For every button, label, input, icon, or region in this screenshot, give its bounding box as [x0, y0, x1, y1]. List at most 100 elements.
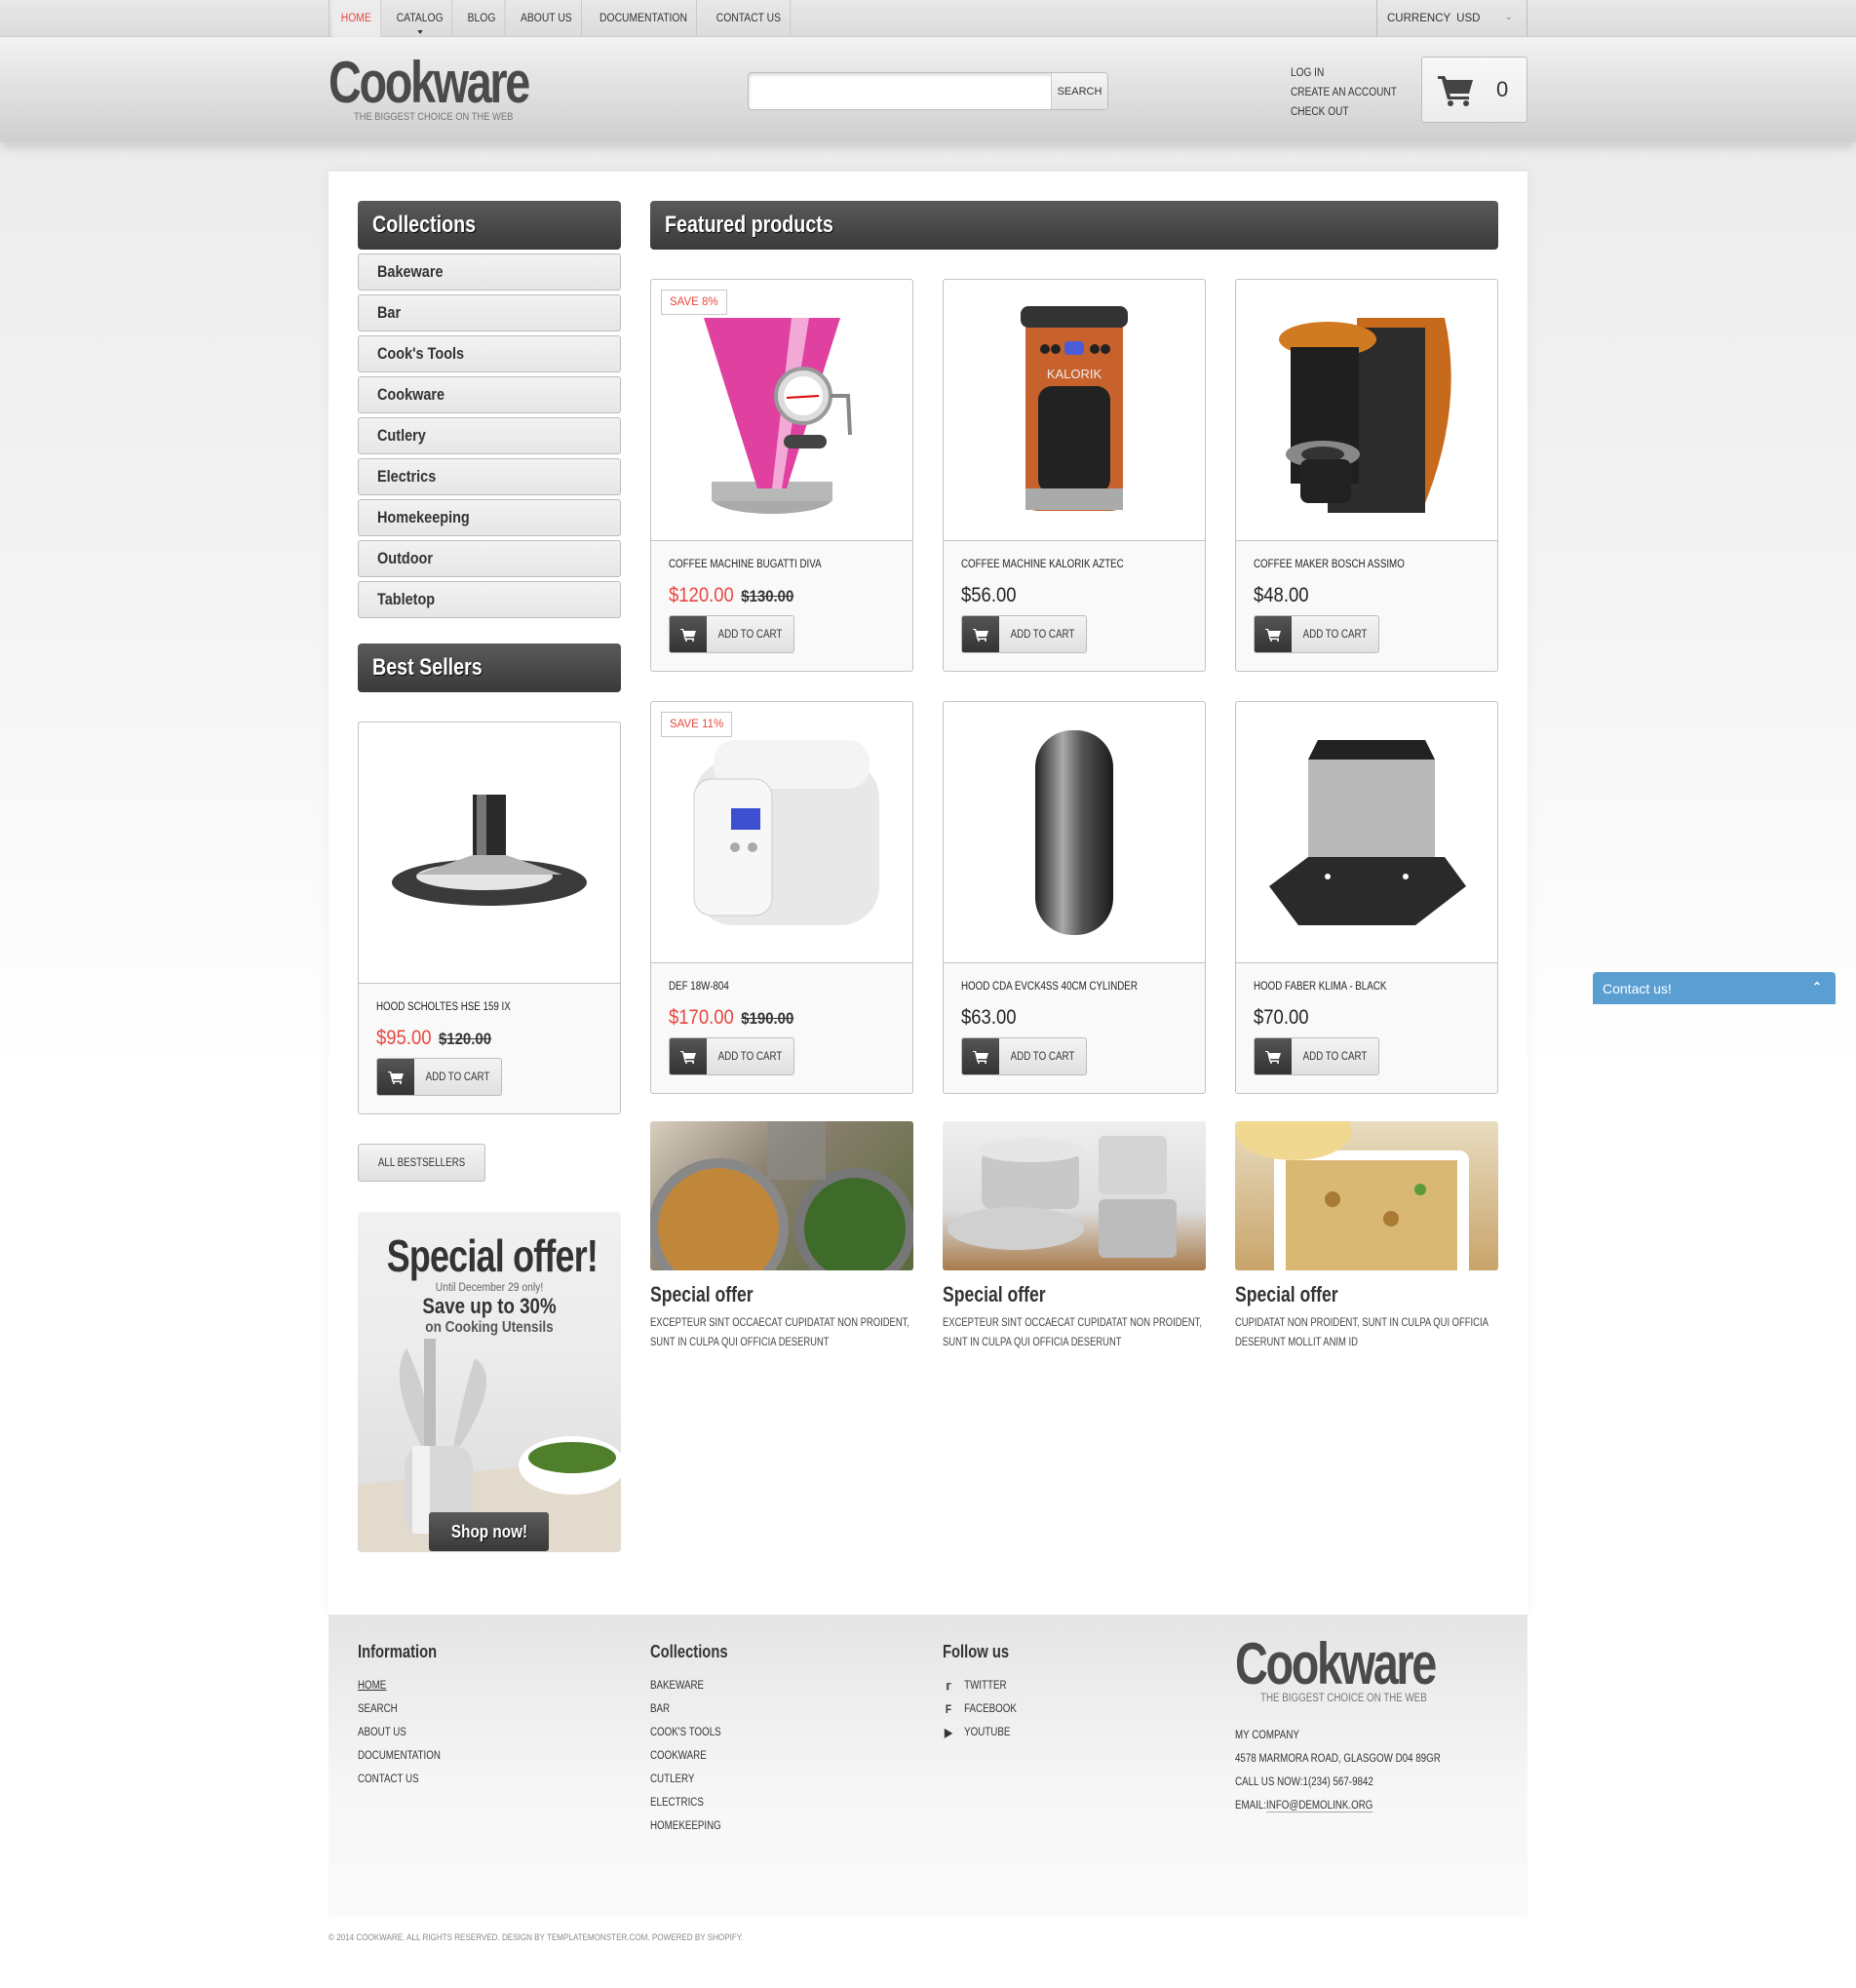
- product-name[interactable]: DEF 18W-804: [669, 981, 729, 993]
- product-name[interactable]: HOOD FABER KLIMA - BLACK: [1254, 981, 1386, 993]
- offer-title[interactable]: Special offer: [1235, 1282, 1446, 1307]
- nav-blog[interactable]: BLOG: [458, 0, 506, 37]
- cart-icon: [670, 1038, 707, 1074]
- add-to-cart-button[interactable]: ADD TO CART: [669, 615, 794, 653]
- product-image[interactable]: [359, 722, 620, 984]
- collection-label: Homekeeping: [377, 508, 470, 526]
- collection-cooks-tools[interactable]: Cook's Tools: [358, 335, 621, 372]
- add-to-cart-button[interactable]: ADD TO CART: [669, 1037, 794, 1075]
- product-old-price: $130.00: [741, 587, 794, 605]
- footer-link-documentation[interactable]: DOCUMENTATION: [358, 1744, 441, 1768]
- create-account-link[interactable]: CREATE AN ACCOUNT: [1291, 83, 1397, 102]
- collection-bakeware[interactable]: Bakeware: [358, 253, 621, 291]
- footer-link-contact-us[interactable]: CONTACT US: [358, 1768, 441, 1791]
- offer-title[interactable]: Special offer: [650, 1282, 861, 1307]
- product-image[interactable]: SAVE 11%: [651, 702, 912, 963]
- cart-button[interactable]: 0: [1421, 57, 1527, 123]
- product-name[interactable]: HOOD CDA EVCK4SS 40CM CYLINDER: [961, 981, 1138, 993]
- nav-label: DOCUMENTATION: [599, 13, 688, 24]
- footer-link-about-us[interactable]: ABOUT US: [358, 1721, 441, 1744]
- footer-link-home[interactable]: HOME: [358, 1674, 441, 1697]
- footer-link-twitter[interactable]: 𝕣 TWITTER: [943, 1674, 1017, 1697]
- add-to-cart-button[interactable]: ADD TO CART: [961, 615, 1087, 653]
- checkout-link[interactable]: CHECK OUT: [1291, 102, 1397, 122]
- search-input[interactable]: [749, 73, 1051, 109]
- company-address: 4578 MARMORA ROAD, GLASGOW D04 89GR: [1235, 1753, 1441, 1765]
- contact-widget[interactable]: Contact us! ⌃: [1593, 972, 1836, 1004]
- deep-fryer-image: [693, 739, 879, 925]
- offer-image[interactable]: [943, 1121, 1206, 1270]
- offer-text: EXCEPTEUR SINT OCCAECAT CUPIDATAT NON PR…: [943, 1317, 1203, 1348]
- product-image[interactable]: SAVE 8%: [651, 280, 912, 541]
- collection-homekeeping[interactable]: Homekeeping: [358, 499, 621, 536]
- offer-text: EXCEPTEUR SINT OCCAECAT CUPIDATAT NON PR…: [650, 1317, 910, 1348]
- collections-title: Collections: [358, 201, 621, 250]
- footer-information: Information HOME SEARCH ABOUT US DOCUMEN…: [358, 1642, 455, 1791]
- product-name[interactable]: COFFEE MACHINE BUGATTI DIVA: [669, 559, 822, 570]
- all-bestsellers-label: ALL BESTSELLERS: [377, 1156, 466, 1169]
- product-image[interactable]: [1236, 280, 1497, 541]
- footer-link-cooks-tools[interactable]: COOK'S TOOLS: [650, 1721, 730, 1744]
- offer-image[interactable]: [650, 1121, 913, 1270]
- footer-link-bakeware[interactable]: BAKEWARE: [650, 1674, 730, 1697]
- offer-title[interactable]: Special offer: [943, 1282, 1153, 1307]
- logo[interactable]: Cookware THE BIGGEST CHOICE ON THE WEB: [329, 53, 585, 124]
- search-button[interactable]: SEARCH: [1051, 73, 1107, 109]
- add-to-cart-button[interactable]: ADD TO CART: [1254, 615, 1379, 653]
- footer-link-bar[interactable]: BAR: [650, 1697, 730, 1721]
- add-to-cart-button[interactable]: ADD TO CART: [961, 1037, 1087, 1075]
- footer-link-facebook[interactable]: f FACEBOOK: [943, 1697, 1017, 1721]
- collection-electrics[interactable]: Electrics: [358, 458, 621, 495]
- search-form: SEARCH: [748, 72, 1108, 110]
- twitter-icon: 𝕣: [946, 1679, 951, 1693]
- footer-link-homekeeping[interactable]: HOMEKEEPING: [650, 1814, 730, 1838]
- product-name[interactable]: COFFEE MACHINE KALORIK AZTEC: [961, 559, 1124, 570]
- footer: Information HOME SEARCH ABOUT US DOCUMEN…: [329, 1615, 1527, 1917]
- save-badge: SAVE 8%: [661, 290, 727, 315]
- all-bestsellers-button[interactable]: ALL BESTSELLERS: [358, 1144, 486, 1182]
- sidebar: Collections Bakeware Bar Cook's Tools Co…: [358, 201, 621, 692]
- footer-logo[interactable]: Cookware THE BIGGEST CHOICE ON THE WEB: [1235, 1634, 1491, 1705]
- page-container: Collections Bakeware Bar Cook's Tools Co…: [329, 172, 1527, 1615]
- product-image[interactable]: [1236, 702, 1497, 963]
- add-to-cart-button[interactable]: ADD TO CART: [1254, 1037, 1379, 1075]
- product-prices: $95.00 $120.00: [376, 1027, 491, 1050]
- add-to-cart-button[interactable]: ADD TO CART: [376, 1058, 502, 1096]
- product-card: SAVE 8% COFFEE MACHINE BUGATTI DIVA $120…: [650, 279, 913, 672]
- caret-down-icon: [416, 30, 422, 34]
- product-image[interactable]: [944, 702, 1205, 963]
- collection-cookware[interactable]: Cookware: [358, 376, 621, 413]
- currency-select[interactable]: CURRENCY USD ⌄: [1376, 0, 1527, 37]
- product-image[interactable]: KALORIK: [944, 280, 1205, 541]
- product-name[interactable]: COFFEE MAKER BOSCH ASSIMO: [1254, 559, 1405, 570]
- footer-link-cookware[interactable]: COOKWARE: [650, 1744, 730, 1768]
- product-name[interactable]: HOOD SCHOLTES HSE 159 IX: [376, 1001, 511, 1013]
- collection-bar[interactable]: Bar: [358, 294, 621, 331]
- footer-information-title: Information: [358, 1642, 438, 1661]
- nav-label: BLOG: [467, 13, 496, 24]
- footer-link-search[interactable]: SEARCH: [358, 1697, 441, 1721]
- add-to-cart-label: ADD TO CART: [1010, 628, 1075, 641]
- nav-catalog[interactable]: CATALOG: [387, 0, 453, 37]
- promo-subtitle: on Cooking Utensils: [425, 1319, 554, 1336]
- nav-about-us[interactable]: ABOUT US: [512, 0, 582, 37]
- footer-link-youtube[interactable]: ▶ YOUTUBE: [943, 1721, 1017, 1744]
- product-prices: $120.00 $130.00: [669, 584, 793, 607]
- nav-documentation[interactable]: DOCUMENTATION: [591, 0, 698, 37]
- email-link[interactable]: INFO@DEMOLINK.ORG: [1266, 1800, 1373, 1813]
- footer-link-cutlery[interactable]: CUTLERY: [650, 1768, 730, 1791]
- nav-contact-us[interactable]: CONTACT US: [708, 0, 792, 37]
- collection-tabletop[interactable]: Tabletop: [358, 581, 621, 618]
- collection-label: Cutlery: [377, 426, 426, 445]
- bestsellers-title-text: Best Sellers: [372, 654, 483, 681]
- youtube-icon: ▶: [945, 1726, 952, 1739]
- collection-outdoor[interactable]: Outdoor: [358, 540, 621, 577]
- shop-now-button[interactable]: Shop now!: [429, 1512, 549, 1551]
- promo-banner[interactable]: Special offer! Until December 29 only! S…: [358, 1212, 621, 1552]
- nav-home[interactable]: HOME: [331, 0, 381, 37]
- facebook-icon: f: [945, 1702, 952, 1716]
- offer-image[interactable]: [1235, 1121, 1498, 1270]
- footer-link-electrics[interactable]: ELECTRICS: [650, 1791, 730, 1814]
- collection-cutlery[interactable]: Cutlery: [358, 417, 621, 454]
- login-link[interactable]: LOG IN: [1291, 63, 1397, 83]
